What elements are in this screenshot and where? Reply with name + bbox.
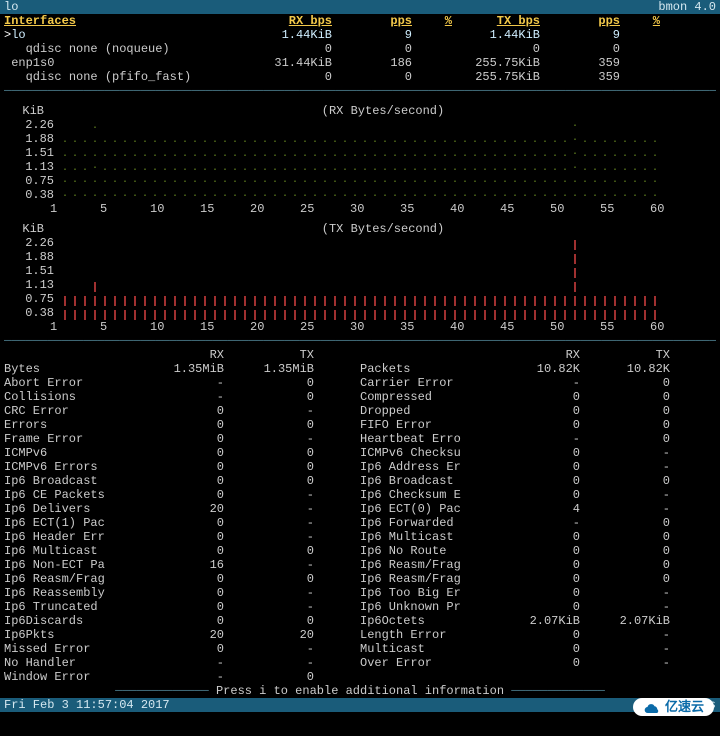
stats-row: Length Error0- xyxy=(360,628,716,642)
title-right: bmon 4.0 xyxy=(658,0,716,14)
stats-row: Bytes1.35MiB1.35MiB xyxy=(4,362,360,376)
stats-row: Carrier Error-0 xyxy=(360,376,716,390)
stats-row: Errors00 xyxy=(4,418,360,432)
stats-row: Multicast0- xyxy=(360,642,716,656)
stats-row: Packets10.82K10.82K xyxy=(360,362,716,376)
iface-list[interactable]: >lo1.44KiB91.44KiB9 qdisc none (noqueue)… xyxy=(4,28,716,84)
status-bar: Fri Feb 3 11:57:04 2017 Press xyxy=(0,698,720,712)
stats-row: Ip6 Too Big Er0- xyxy=(360,586,716,600)
stats-row: Ip6 Multicast00 xyxy=(4,544,360,558)
stats-row: No Handler-- xyxy=(4,656,360,670)
stats-row: Collisions-0 xyxy=(4,390,360,404)
stats-row: Abort Error-0 xyxy=(4,376,360,390)
status-datetime: Fri Feb 3 11:57:04 2017 xyxy=(4,698,170,712)
stats-row: Ip6 CE Packets0- xyxy=(4,488,360,502)
stats-row: ICMPv6 Checksu0- xyxy=(360,446,716,460)
stats-row: ICMPv6 Errors00 xyxy=(4,460,360,474)
stats-row: Ip6 Address Er0- xyxy=(360,460,716,474)
stats-row: Heartbeat Erro-0 xyxy=(360,432,716,446)
iface-row[interactable]: qdisc none (noqueue)0000 xyxy=(4,42,716,56)
stats-row: Ip6Octets2.07KiB2.07KiB xyxy=(360,614,716,628)
stats-row: Frame Error0- xyxy=(4,432,360,446)
stats-row: Ip6 ECT(1) Pac0- xyxy=(4,516,360,530)
stats-row: Ip6 Checksum E0- xyxy=(360,488,716,502)
iface-row[interactable]: qdisc none (pfifo_fast)00255.75KiB359 xyxy=(4,70,716,84)
stats-row: Ip6 Unknown Pr0- xyxy=(360,600,716,614)
stats-row: Ip6Pkts2020 xyxy=(4,628,360,642)
stats-left: RXTXBytes1.35MiB1.35MiBAbort Error-0Coll… xyxy=(4,348,360,684)
col-rx-bps: RX bps xyxy=(244,14,332,28)
stats-row: Dropped00 xyxy=(360,404,716,418)
stats-row: Over Error0- xyxy=(360,656,716,670)
hint-text: Press i to enable additional information xyxy=(216,684,504,698)
stats-row: Ip6 Broadcast00 xyxy=(360,474,716,488)
iface-row[interactable]: enp1s031.44KiB186255.75KiB359 xyxy=(4,56,716,70)
col-tx-bps: TX bps xyxy=(452,14,540,28)
stats-row: Window Error-0 xyxy=(4,670,360,684)
stats-row: Ip6 Truncated0- xyxy=(4,600,360,614)
stats-row: Ip6 Header Err0- xyxy=(4,530,360,544)
main-screen: Interfaces RX bps pps % TX bps pps % >lo… xyxy=(0,14,720,698)
col-tx-pct: % xyxy=(620,14,660,28)
stats-row: Ip6 Multicast00 xyxy=(360,530,716,544)
stats-row: ICMPv600 xyxy=(4,446,360,460)
col-tx-pps: pps xyxy=(540,14,620,28)
stats-row: Ip6 Reasm/Frag00 xyxy=(360,572,716,586)
stats-right: RXTXPackets10.82K10.82KCarrier Error-0Co… xyxy=(360,348,716,684)
stats-row: Ip6 No Route00 xyxy=(360,544,716,558)
stats-row: Missed Error0- xyxy=(4,642,360,656)
col-rx-pct: % xyxy=(412,14,452,28)
stats-row: CRC Error0- xyxy=(4,404,360,418)
title-bar: lo bmon 4.0 xyxy=(0,0,720,14)
col-rx-pps: pps xyxy=(332,14,412,28)
graphs: KiB(RX Bytes/second)2.26.·1.88..........… xyxy=(4,104,716,334)
stats-row: FIFO Error00 xyxy=(360,418,716,432)
stats-row: Ip6 Delivers20- xyxy=(4,502,360,516)
stats-row: Ip6Discards00 xyxy=(4,614,360,628)
cloud-icon xyxy=(643,700,661,714)
stats-table: RXTXBytes1.35MiB1.35MiBAbort Error-0Coll… xyxy=(4,348,716,684)
stats-row: Ip6 Reassembly0- xyxy=(4,586,360,600)
iface-row[interactable]: >lo1.44KiB91.44KiB9 xyxy=(4,28,716,42)
stats-row: Ip6 Reasm/Frag00 xyxy=(4,572,360,586)
stats-row: Ip6 Reasm/Frag00 xyxy=(360,558,716,572)
watermark-badge: 亿速云 xyxy=(633,698,714,716)
divider: ────────────────────────────────────────… xyxy=(4,334,716,348)
watermark-text: 亿速云 xyxy=(665,700,704,714)
col-interfaces: Interfaces xyxy=(4,14,244,28)
divider: ────────────────────────────────────────… xyxy=(4,84,716,98)
stats-row: Ip6 Non-ECT Pa16- xyxy=(4,558,360,572)
stats-row: Compressed00 xyxy=(360,390,716,404)
hint-bar: ───────────── Press i to enable addition… xyxy=(4,684,716,698)
stats-row: Ip6 ECT(0) Pac4- xyxy=(360,502,716,516)
title-left: lo xyxy=(4,0,18,14)
stats-row: Ip6 Forwarded-0 xyxy=(360,516,716,530)
iface-header: Interfaces RX bps pps % TX bps pps % xyxy=(4,14,716,28)
stats-row: Ip6 Broadcast00 xyxy=(4,474,360,488)
